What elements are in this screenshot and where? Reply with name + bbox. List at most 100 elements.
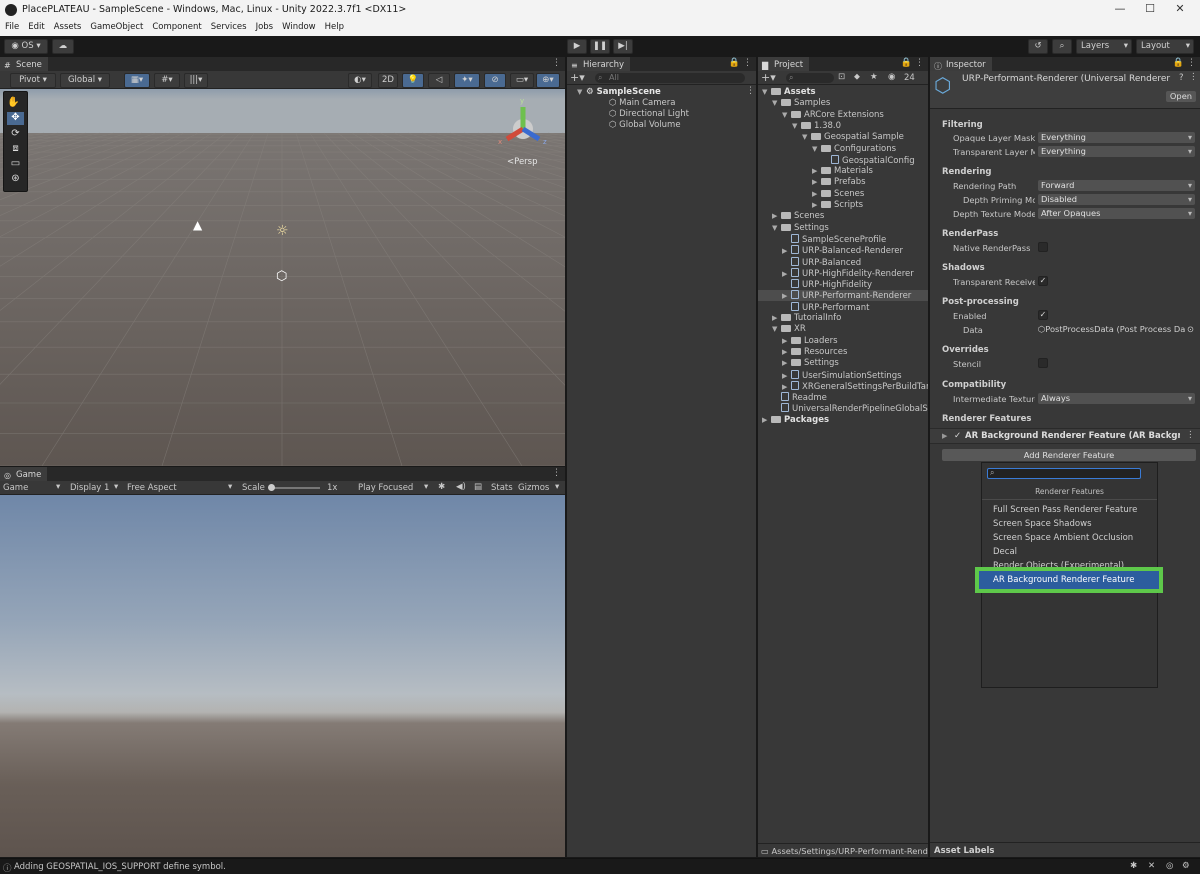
native-renderpass-checkbox[interactable] xyxy=(1038,242,1048,252)
cache-server-icon[interactable]: ◎ xyxy=(1166,861,1173,871)
popup-item[interactable]: Screen Space Ambient Occlusion xyxy=(993,533,1133,543)
expanded-arrow-icon[interactable]: ▼ xyxy=(792,122,801,130)
project-tree-item[interactable]: GeospatialConfig xyxy=(822,154,915,166)
collapsed-arrow-icon[interactable]: ▶ xyxy=(812,190,821,198)
menu-component[interactable]: Component xyxy=(147,21,205,32)
progress-icon[interactable]: ✕ xyxy=(1148,861,1155,871)
depth-priming-dropdown[interactable]: Disabled xyxy=(1038,194,1195,205)
expanded-arrow-icon[interactable]: ▼ xyxy=(812,145,821,153)
project-tree-item[interactable]: ▶ URP-Balanced-Renderer xyxy=(782,245,903,256)
rect-tool-icon[interactable]: ▭ xyxy=(7,158,24,171)
collapsed-arrow-icon[interactable]: ▶ xyxy=(782,247,791,255)
collapsed-arrow-icon[interactable]: ▶ xyxy=(812,178,821,186)
scene-viewport[interactable]: ▲ ☼ ⬡ y x z <Persp xyxy=(0,89,565,466)
favorites-icon[interactable]: ★ xyxy=(870,72,878,82)
pause-icon[interactable]: ❚❚ xyxy=(590,39,610,54)
hierarchy-lock-icon[interactable]: 🔒 xyxy=(729,58,740,68)
project-tree-item[interactable]: SampleSceneProfile xyxy=(782,233,886,245)
feature-enabled-check[interactable]: ✓ xyxy=(954,431,961,441)
maximize-icon[interactable]: ☐ xyxy=(1136,2,1164,18)
hand-tool-icon[interactable]: ✋ xyxy=(7,97,24,110)
minimize-icon[interactable]: — xyxy=(1106,2,1134,18)
project-tree-item[interactable]: ▶ Scripts xyxy=(812,200,863,210)
project-tree-item[interactable]: ▶ TutorialInfo xyxy=(772,313,841,323)
step-icon[interactable]: ▶| xyxy=(613,39,633,54)
collapsed-arrow-icon[interactable]: ▶ xyxy=(812,201,821,209)
post-enabled-checkbox[interactable]: ✓ xyxy=(1038,310,1048,320)
scale-tool-icon[interactable]: ⧈ xyxy=(7,143,24,156)
global-dropdown[interactable]: Global ▾ xyxy=(60,73,110,88)
open-button[interactable]: Open xyxy=(1166,91,1196,102)
expanded-arrow-icon[interactable]: ▼ xyxy=(802,133,811,141)
project-tree-item[interactable]: ▼ Samples xyxy=(772,98,830,108)
history-icon[interactable]: ↺ xyxy=(1028,39,1048,54)
header-menu-icon[interactable]: ⋮ xyxy=(1189,72,1198,82)
game-menu-icon[interactable]: ⋮ xyxy=(552,468,561,478)
expanded-arrow-icon[interactable]: ▼ xyxy=(772,224,781,232)
layout-dropdown[interactable]: Layout ▾ xyxy=(1136,39,1194,54)
display-dropdown[interactable]: Display 1 xyxy=(70,483,109,493)
play-focused-dropdown[interactable]: Play Focused xyxy=(358,483,413,493)
hierarchy-item-samplescene[interactable]: ▼ ⚙ SampleScene xyxy=(577,87,661,97)
increment-snap-icon[interactable]: |||▾ xyxy=(184,73,208,88)
post-data-field[interactable]: ⬡PostProcessData (Post Process Da ⊙ xyxy=(1038,324,1195,335)
transform-tool-icon[interactable]: ⊛ xyxy=(7,173,24,186)
bug-icon[interactable]: ✱ xyxy=(438,482,445,492)
cloud-icon[interactable]: ☁ xyxy=(52,39,74,54)
inspector-menu-icon[interactable]: ⋮ xyxy=(1187,58,1196,68)
game-viewport[interactable] xyxy=(0,495,565,857)
feature-menu-icon[interactable]: ⋮ xyxy=(1186,430,1195,440)
search-by-label-icon[interactable]: ⬥ xyxy=(854,72,860,82)
popup-item-ar-background[interactable]: AR Background Renderer Feature xyxy=(979,571,1159,589)
move-tool-icon[interactable]: ✥ xyxy=(7,112,24,125)
layers-dropdown[interactable]: Layers ▾ xyxy=(1076,39,1132,54)
menu-edit[interactable]: Edit xyxy=(23,21,48,32)
expanded-arrow-icon[interactable]: ▼ xyxy=(762,88,771,96)
aspect-dropdown[interactable]: Free Aspect xyxy=(127,483,177,493)
project-tree-item[interactable]: ▶ Settings xyxy=(782,358,839,368)
transparent-layer-mask-dropdown[interactable]: Everything xyxy=(1038,146,1195,157)
draw-mode-icon[interactable]: ◐▾ xyxy=(348,73,372,88)
depth-texture-mode-dropdown[interactable]: After Opaques xyxy=(1038,208,1195,219)
hidden-objects-icon[interactable]: ⊘ xyxy=(484,73,506,88)
project-tree-item[interactable]: ▼ Settings xyxy=(772,223,829,233)
opaque-layer-mask-dropdown[interactable]: Everything xyxy=(1038,132,1195,143)
project-tree-item[interactable]: ▼ ARCore Extensions xyxy=(782,110,884,120)
project-tree-item[interactable]: ▶ Resources xyxy=(782,347,847,357)
project-tree-item[interactable]: URP-HighFidelity xyxy=(782,279,872,290)
pivot-dropdown[interactable]: Pivot ▾ xyxy=(10,73,56,88)
expanded-arrow-icon[interactable]: ▼ xyxy=(772,325,781,333)
popup-item[interactable]: Screen Space Shadows xyxy=(993,519,1092,529)
hierarchy-menu-icon[interactable]: ⋮ xyxy=(743,58,752,68)
project-tree-item[interactable]: URP-Balanced xyxy=(782,256,861,268)
lighting-icon[interactable]: 💡 xyxy=(402,73,424,88)
audio-mute-icon[interactable]: ◀) xyxy=(456,482,466,492)
menu-jobs[interactable]: Jobs xyxy=(251,21,278,32)
rendering-path-dropdown[interactable]: Forward xyxy=(1038,180,1195,191)
project-search-input[interactable]: ⌕ xyxy=(786,73,834,83)
hidden-packages-icon[interactable]: ◉ xyxy=(888,72,895,82)
hierarchy-item-directional-light[interactable]: ⬡ Directional Light xyxy=(609,109,689,119)
tab-project[interactable]: ▇ Project xyxy=(758,57,810,71)
close-icon[interactable]: ✕ xyxy=(1166,2,1194,18)
menu-services[interactable]: Services xyxy=(206,21,251,32)
scene-menu-icon[interactable]: ⋮ xyxy=(552,58,561,68)
rotate-tool-icon[interactable]: ⟳ xyxy=(7,128,24,141)
grid-snap-icon[interactable]: ▦▾ xyxy=(124,73,150,88)
inspector-lock-icon[interactable]: 🔒 xyxy=(1173,58,1184,68)
toggle-2d-button[interactable]: 2D xyxy=(378,73,398,88)
menu-gameobject[interactable]: GameObject xyxy=(85,21,147,32)
help-icon[interactable]: ? xyxy=(1179,73,1184,83)
project-lock-icon[interactable]: 🔒 xyxy=(901,58,912,68)
search-by-type-icon[interactable]: ⊡ xyxy=(838,72,845,82)
account-button[interactable]: ◉ OS ▾ xyxy=(4,39,48,54)
stencil-checkbox[interactable] xyxy=(1038,358,1048,368)
intermediate-texture-dropdown[interactable]: Always xyxy=(1038,393,1195,404)
auto-generate-lighting-icon[interactable]: ⚙ xyxy=(1182,861,1190,871)
popup-search-input[interactable]: ⌕ xyxy=(987,468,1141,479)
collapsed-arrow-icon[interactable]: ▶ xyxy=(782,292,791,300)
renderer-feature-item[interactable]: ▶ ✓ AR Background Renderer Feature (AR B… xyxy=(930,428,1200,444)
collapsed-arrow-icon[interactable]: ▶ xyxy=(812,167,821,175)
feature-expand-icon[interactable]: ▶ xyxy=(942,432,947,440)
project-tree-item[interactable]: ▶ Prefabs xyxy=(812,177,866,187)
